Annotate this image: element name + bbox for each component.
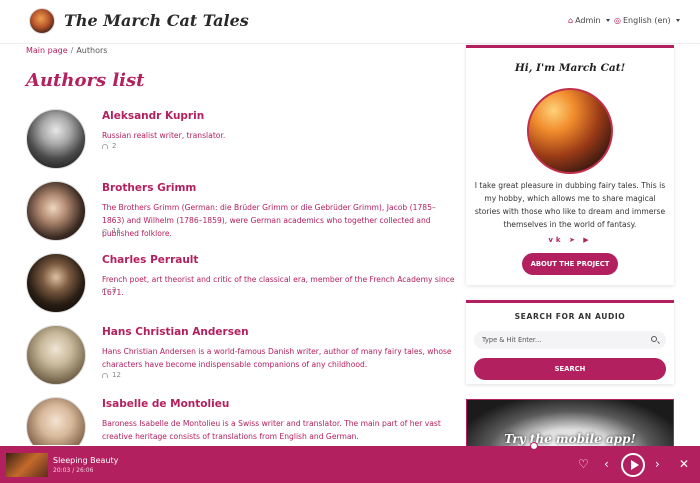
author-avatar[interactable] [26, 109, 86, 169]
breadcrumb-separator: / [70, 46, 74, 55]
author-name-link[interactable]: Charles Perrault [102, 254, 198, 266]
site-logo[interactable] [29, 8, 55, 34]
author-item: Charles Perrault French poet, art theori… [26, 253, 456, 319]
globe-icon: ◎ [614, 16, 621, 25]
listen-count: 2 [102, 142, 116, 150]
play-icon[interactable] [621, 453, 645, 477]
listen-count-value: 2 [112, 286, 117, 294]
page-title: Authors list [26, 70, 145, 91]
listen-count: 12 [102, 371, 121, 379]
track-time: 20:03 / 26:06 [53, 467, 94, 474]
about-card: Hi, I'm March Cat! I take great pleasure… [466, 45, 674, 285]
about-heading: Hi, I'm March Cat! [514, 62, 626, 74]
chevron-down-icon [675, 19, 680, 22]
chevron-down-icon [605, 19, 610, 22]
user-icon: ⌂ [568, 16, 574, 25]
breadcrumb-home-link[interactable]: Main page [26, 46, 68, 55]
listen-count: 11 [102, 227, 121, 235]
search-box [474, 331, 666, 349]
author-item: Aleksandr Kuprin Russian realist writer,… [26, 109, 456, 175]
author-name-link[interactable]: Aleksandr Kuprin [102, 110, 204, 122]
about-project-button[interactable]: ABOUT THE PROJECT [522, 253, 618, 275]
march-cat-avatar [527, 88, 613, 174]
headphones-icon [102, 143, 108, 149]
headphones-icon [102, 228, 108, 234]
author-name-link[interactable]: Brothers Grimm [102, 182, 196, 194]
language-label: English (en) [622, 16, 671, 25]
breadcrumb: Main page / Authors [26, 46, 107, 55]
author-item: Isabelle de Montolieu Baroness Isabelle … [26, 397, 456, 445]
site-title[interactable]: The March Cat Tales [64, 11, 249, 30]
author-item: Hans Christian Andersen Hans Christian A… [26, 325, 456, 391]
author-name-link[interactable]: Isabelle de Montolieu [102, 398, 229, 410]
listen-count-value: 12 [112, 371, 121, 379]
app-banner-text: Try the mobile app! [504, 432, 636, 446]
track-title[interactable]: Sleeping Beauty [53, 456, 118, 465]
next-icon[interactable]: › [655, 458, 660, 470]
language-menu[interactable]: ◎ English (en) [614, 16, 680, 25]
headphones-icon [102, 372, 108, 378]
audio-player: Sleeping Beauty 20:03 / 26:06 ♡ ‹ › ✕ [0, 442, 700, 483]
headphones-icon [102, 287, 108, 293]
admin-menu[interactable]: ⌂ Admin [568, 16, 610, 25]
progress-knob[interactable] [530, 442, 538, 450]
telegram-icon[interactable]: ➤ [569, 236, 578, 244]
author-avatar[interactable] [26, 397, 86, 445]
author-avatar[interactable] [26, 253, 86, 313]
search-card: SEARCH FOR AN AUDIO SEARCH [466, 300, 674, 384]
close-icon[interactable]: ✕ [679, 458, 689, 470]
about-text: I take great pleasure in dubbing fairy t… [474, 181, 666, 229]
author-description: The Brothers Grimm (German: die Brüder G… [102, 203, 436, 238]
breadcrumb-current: Authors [76, 46, 108, 55]
author-description: Hans Christian Andersen is a world-famou… [102, 347, 452, 369]
search-input[interactable] [482, 331, 642, 349]
search-button[interactable]: SEARCH [474, 358, 666, 380]
author-item: Brothers Grimm The Brothers Grimm (Germa… [26, 181, 456, 247]
search-icon[interactable] [651, 336, 657, 342]
heart-icon[interactable]: ♡ [578, 458, 589, 470]
listen-count-value: 2 [112, 142, 117, 150]
vk-icon[interactable]: vk [548, 236, 563, 244]
author-name-link[interactable]: Hans Christian Andersen [102, 326, 249, 338]
site-header: The March Cat Tales ⌂ Admin ◎ English (e… [0, 0, 700, 44]
youtube-icon[interactable]: ▶ [583, 236, 591, 244]
author-description: French poet, art theorist and critic of … [102, 275, 455, 297]
search-heading: SEARCH FOR AN AUDIO [514, 312, 626, 321]
social-links: vk ➤ ▶ [466, 236, 674, 244]
admin-label: Admin [575, 16, 601, 25]
listen-count-value: 11 [112, 227, 121, 235]
listen-count: 2 [102, 286, 116, 294]
author-avatar[interactable] [26, 325, 86, 385]
author-avatar[interactable] [26, 181, 86, 241]
previous-icon[interactable]: ‹ [604, 458, 609, 470]
author-description: Baroness Isabelle de Montolieu is a Swis… [102, 419, 441, 441]
mobile-app-banner[interactable]: Try the mobile app! [466, 399, 674, 447]
author-description: Russian realist writer, translator. [102, 131, 226, 140]
track-cover [6, 453, 48, 477]
